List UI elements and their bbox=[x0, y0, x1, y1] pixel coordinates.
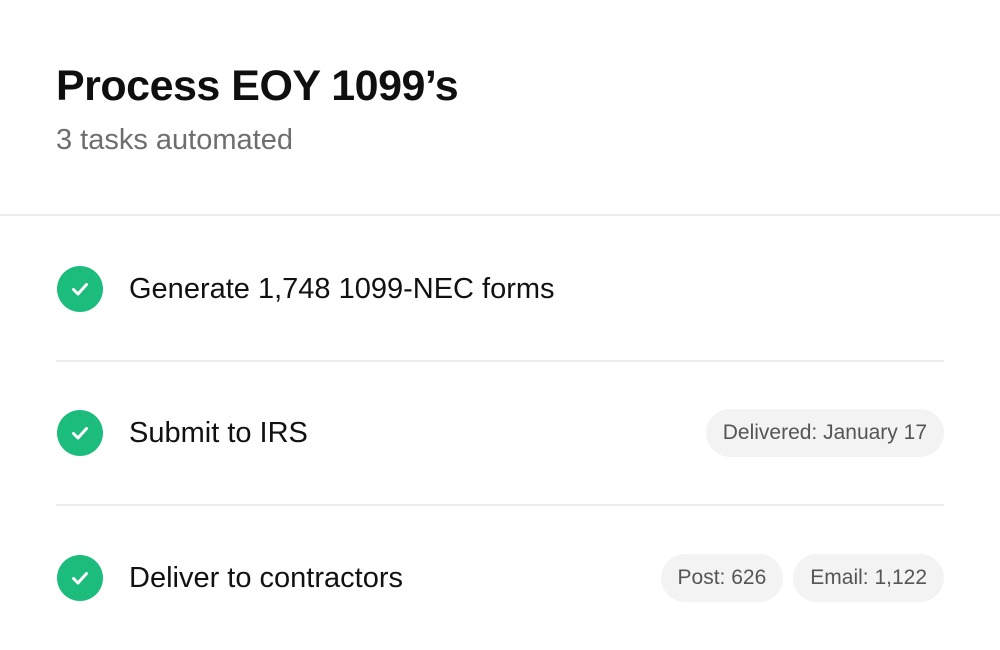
page-title: Process EOY 1099’s bbox=[56, 62, 459, 110]
check-circle-icon bbox=[57, 555, 103, 601]
card-header: Process EOY 1099’s 3 tasks automated bbox=[0, 0, 1000, 216]
task-row-generate-forms: Generate 1,748 1099-NEC forms bbox=[56, 218, 944, 362]
check-circle-icon bbox=[57, 410, 103, 456]
task-label: Submit to IRS bbox=[129, 416, 308, 449]
task-row-deliver-contractors: Deliver to contractors Post: 626 Email: … bbox=[56, 506, 944, 650]
delivered-date-badge: Delivered: January 17 bbox=[705, 409, 944, 457]
task-row-submit-irs: Submit to IRS Delivered: January 17 bbox=[56, 362, 944, 506]
task-badges: Delivered: January 17 bbox=[705, 409, 944, 457]
task-label: Deliver to contractors bbox=[129, 561, 403, 594]
task-badges: Post: 626 Email: 1,122 bbox=[660, 554, 944, 602]
page-subtitle: 3 tasks automated bbox=[56, 124, 293, 156]
check-circle-icon bbox=[57, 266, 103, 312]
post-count-badge: Post: 626 bbox=[660, 554, 784, 602]
task-list: Generate 1,748 1099-NEC forms Submit to … bbox=[56, 218, 944, 650]
task-label: Generate 1,748 1099-NEC forms bbox=[129, 272, 555, 305]
email-count-badge: Email: 1,122 bbox=[793, 554, 944, 602]
